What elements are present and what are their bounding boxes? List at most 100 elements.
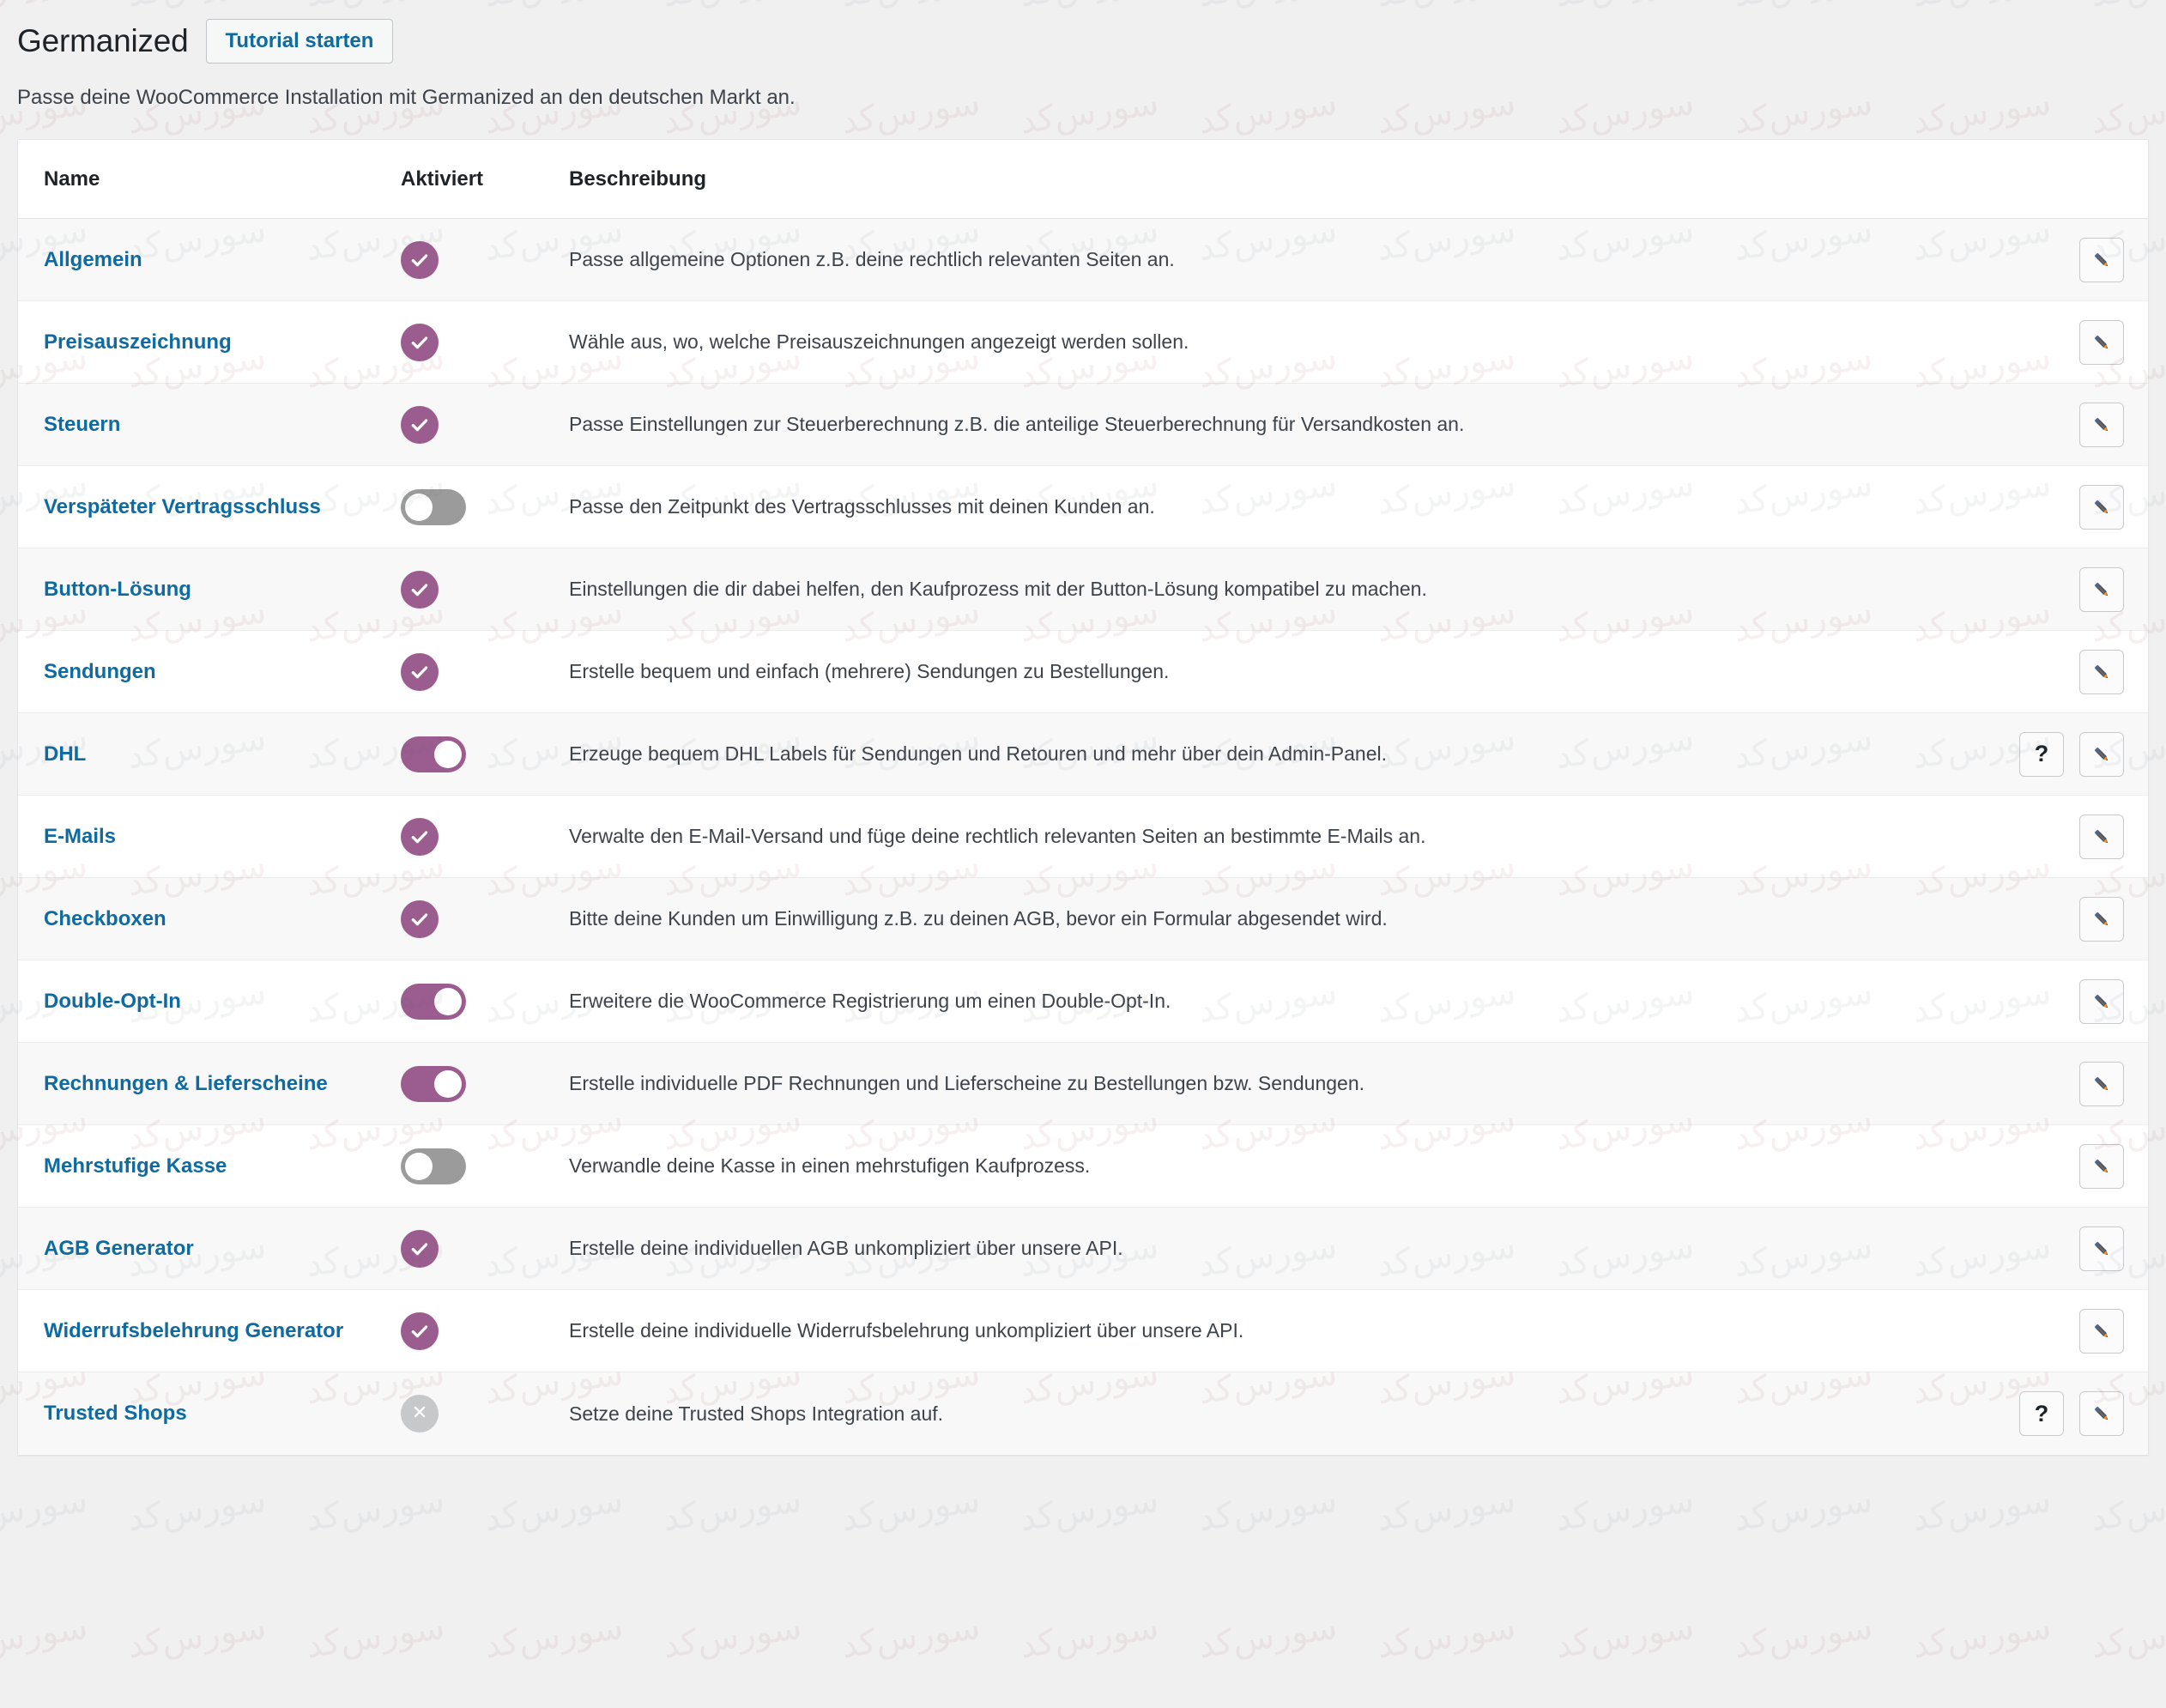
status-toggle-off[interactable] [401,1148,466,1184]
toggle-knob [434,1069,462,1098]
row-name-cell: E-Mails [18,825,396,849]
row-actions-cell: ? [1891,1391,2148,1436]
status-enabled-check[interactable] [401,570,439,609]
edit-button[interactable] [2079,1391,2124,1436]
edit-button[interactable] [2079,484,2124,530]
edit-button[interactable] [2079,237,2124,282]
row-name-cell: Steuern [18,413,396,437]
table-row: Allgemein Passe allgemeine Optionen z.B. … [18,219,2148,301]
row-description-cell: Erstelle deine individuelle Widerrufsbel… [559,1317,1891,1344]
edit-button[interactable] [2079,1226,2124,1271]
status-toggle-on[interactable] [401,736,466,772]
pencil-icon [2089,659,2115,685]
module-link[interactable]: Steuern [44,413,120,436]
row-description-cell: Passe den Zeitpunkt des Vertragsschlusse… [559,493,1891,520]
toggle-knob [405,493,433,521]
edit-button[interactable] [2079,1308,2124,1354]
table-row: AGB Generator Erstelle deine individuelle… [18,1208,2148,1290]
module-link[interactable]: Preisauszeichnung [44,330,232,354]
row-active-cell [396,1148,559,1184]
edit-button[interactable] [2079,731,2124,777]
module-description: Erstelle individuelle PDF Rechnungen und… [569,1072,1364,1095]
edit-button[interactable] [2079,814,2124,859]
status-toggle-on[interactable] [401,983,466,1020]
page-header: Germanized Tutorial starten [0,0,2166,64]
row-name-cell: Trusted Shops [18,1402,396,1426]
pencil-icon [2089,247,2115,273]
row-name-cell: AGB Generator [18,1237,396,1261]
module-description: Verwalte den E-Mail-Versand und füge dei… [569,825,1426,848]
status-enabled-check[interactable] [401,899,439,938]
module-link[interactable]: DHL [44,742,86,766]
status-enabled-check[interactable] [401,240,439,279]
status-toggle-off[interactable] [401,488,466,525]
status-enabled-check[interactable] [401,1229,439,1268]
status-toggle-on[interactable] [401,1065,466,1102]
module-link[interactable]: Checkboxen [44,907,166,930]
row-description-cell: Erweitere die WooCommerce Registrierung … [559,987,1891,1015]
status-disabled-x[interactable] [401,1395,439,1432]
check-icon [408,249,431,271]
help-button[interactable]: ? [2019,731,2064,777]
row-name-cell: DHL [18,742,396,766]
watermark-text: سورس‌کد [303,1480,447,1540]
watermark-text: سورس‌کد [1552,1480,1697,1540]
module-link[interactable]: Double-Opt-In [44,990,181,1013]
edit-button[interactable] [2079,1143,2124,1189]
row-active-cell [396,736,559,772]
edit-button[interactable] [2079,566,2124,612]
row-description-cell: Erstelle deine individuellen AGB unkompl… [559,1234,1891,1262]
edit-button[interactable] [2079,649,2124,694]
table-row: Mehrstufige Kasse Verwandle deine Kasse i… [18,1125,2148,1208]
watermark-text: سورس‌کد [0,1480,90,1540]
watermark-text: سورس‌کد [481,1607,626,1667]
close-icon [410,1402,429,1426]
module-link[interactable]: Button-Lösung [44,578,191,601]
edit-button[interactable] [2079,319,2124,365]
status-enabled-check[interactable] [401,817,439,856]
column-header-active-cell: Aktiviert [396,167,559,191]
table-header-row: Name Aktiviert Beschreibung [18,140,2148,219]
table-row: Verspäteter Vertragsschluss Passe den Zei… [18,466,2148,548]
start-tutorial-button[interactable]: Tutorial starten [205,19,394,64]
status-enabled-check[interactable] [401,405,439,444]
edit-button[interactable] [2079,1061,2124,1106]
module-link[interactable]: E-Mails [44,825,116,848]
module-link[interactable]: Rechnungen & Lieferscheine [44,1072,328,1095]
row-active-cell [396,405,559,444]
status-enabled-check[interactable] [401,652,439,691]
module-link[interactable]: Allgemein [44,248,142,271]
toggle-knob [434,740,462,768]
table-row: Steuern Passe Einstellungen zur Steuerber… [18,384,2148,466]
row-name-cell: Double-Opt-In [18,990,396,1014]
module-link[interactable]: Sendungen [44,660,156,683]
module-link[interactable]: Mehrstufige Kasse [44,1154,227,1178]
edit-button[interactable] [2079,402,2124,447]
row-name-cell: Allgemein [18,248,396,272]
check-icon [408,826,431,848]
row-actions-cell: ? [1891,731,2148,777]
status-enabled-check[interactable] [401,323,439,361]
row-description-cell: Passe allgemeine Optionen z.B. deine rec… [559,245,1891,273]
table-body: Allgemein Passe allgemeine Optionen z.B. … [18,219,2148,1455]
row-name-cell: Button-Lösung [18,578,396,602]
row-active-cell [396,1311,559,1350]
module-description: Passe Einstellungen zur Steuerberechnung… [569,413,1465,436]
edit-button[interactable] [2079,978,2124,1024]
edit-button[interactable] [2079,896,2124,942]
help-button[interactable]: ? [2019,1391,2064,1436]
watermark-text: سورس‌کد [124,1480,269,1540]
module-link[interactable]: Widerrufsbelehrung Generator [44,1319,343,1342]
module-link[interactable]: Verspäteter Vertragsschluss [44,495,321,518]
pencil-icon [2089,1401,2115,1426]
module-link[interactable]: AGB Generator [44,1237,194,1260]
pencil-icon [2089,1154,2115,1179]
row-actions-cell [1891,1143,2148,1189]
table-row: Button-Lösung Einstellungen die dir dabei… [18,548,2148,631]
watermark-text: سورس‌کد [2088,1607,2166,1667]
row-actions-cell [1891,649,2148,694]
toggle-knob [405,1152,433,1180]
table-row: Trusted Shops Setze deine Trusted Shops I… [18,1372,2148,1455]
module-link[interactable]: Trusted Shops [44,1402,187,1425]
status-enabled-check[interactable] [401,1311,439,1350]
